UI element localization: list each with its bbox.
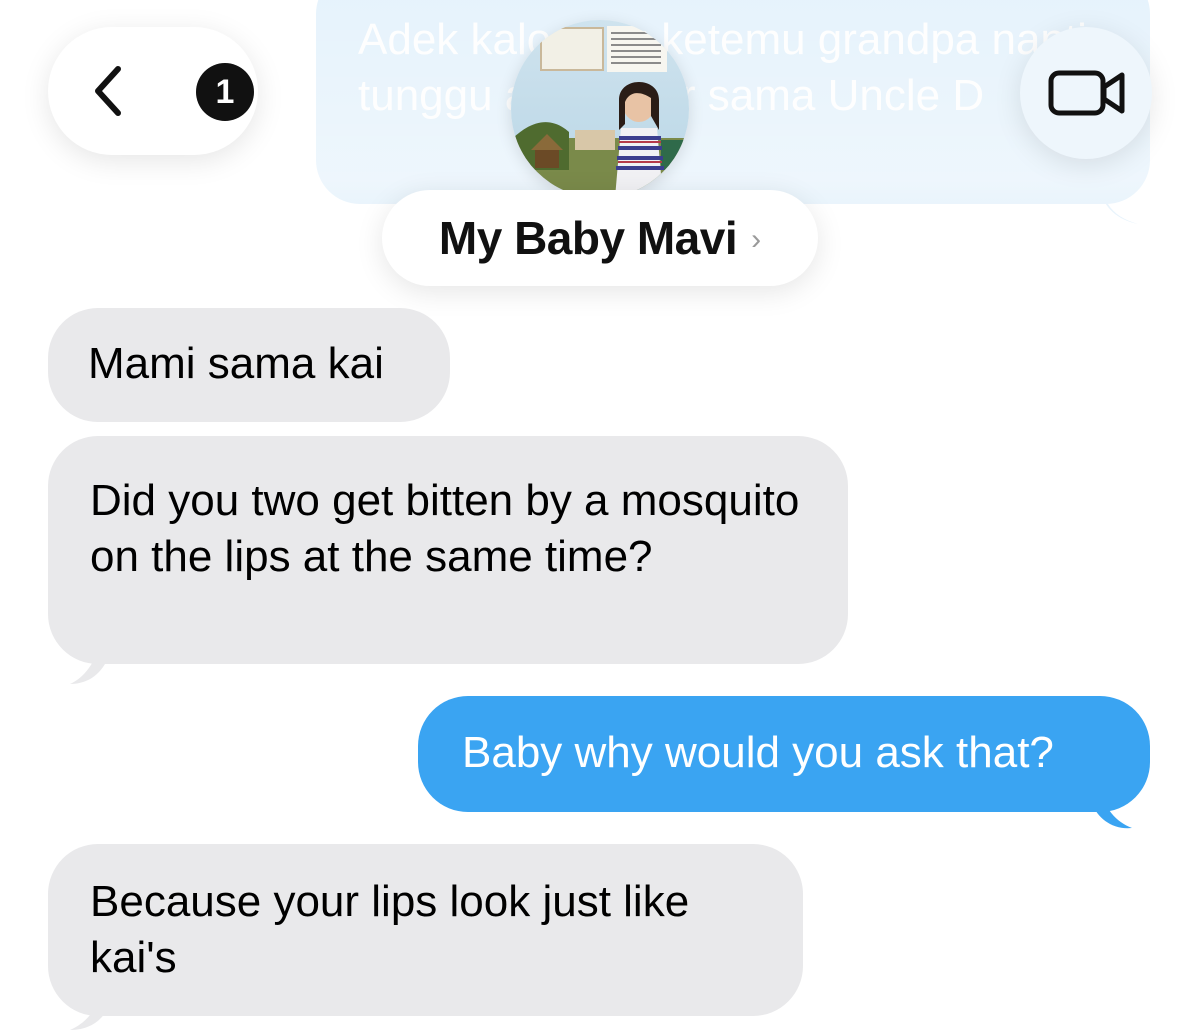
contact-name-pill[interactable]: My Baby Mavi ›	[382, 190, 818, 286]
bubble-tail	[70, 642, 108, 684]
video-call-button[interactable]	[1020, 27, 1152, 159]
chevron-right-icon: ›	[751, 223, 762, 256]
message-text: Because your lips look just like kai's	[90, 877, 690, 982]
message-bubble-incoming[interactable]: Did you two get bitten by a mosquito on …	[48, 436, 848, 664]
video-camera-icon	[1048, 70, 1125, 116]
contact-avatar[interactable]	[511, 20, 689, 198]
message-text: Did you two get bitten by a mosquito on …	[90, 476, 800, 581]
bubble-tail	[1100, 190, 1138, 224]
message-bubble-incoming[interactable]: Mami sama kai	[48, 308, 450, 422]
message-bubble-outgoing[interactable]: Baby why would you ask that?	[418, 696, 1150, 812]
unread-badge: 1	[196, 63, 254, 121]
bubble-tail	[70, 994, 108, 1030]
bubble-tail	[1092, 788, 1132, 829]
back-button[interactable]: 1	[48, 27, 258, 155]
avatar-photo	[511, 20, 689, 198]
message-text: Mami sama kai	[88, 339, 384, 388]
message-text: Adek kalo mau ketemu grandpa nanti tungg…	[358, 15, 1087, 120]
message-bubble-incoming[interactable]: Because your lips look just like kai's	[48, 844, 803, 1016]
contact-name: My Baby Mavi	[438, 212, 738, 264]
chevron-left-icon	[95, 66, 121, 116]
message-text: Baby why would you ask that?	[462, 728, 1054, 777]
